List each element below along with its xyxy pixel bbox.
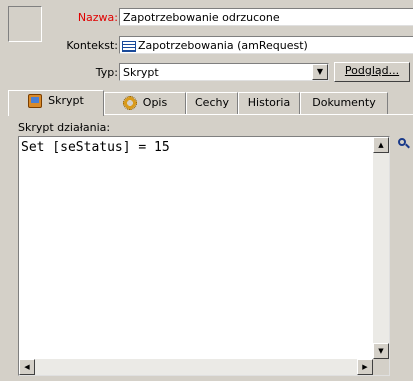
arrow-up-icon: ▲ [378,141,384,149]
tab-cechy[interactable]: Cechy [186,92,238,114]
scrollbar-corner [373,359,389,375]
tab-opis[interactable]: Opis [104,92,186,114]
type-dropdown-button[interactable]: ▼ [312,64,328,80]
tab-historia[interactable]: Historia [238,92,300,114]
script-label: Skrypt działania: [18,121,111,134]
tab-cechy-label: Cechy [195,96,229,109]
arrow-left-icon: ◀ [24,363,30,371]
tab-historia-label: Historia [247,96,291,109]
search-icon[interactable] [396,136,412,152]
tab-opis-label: Opis [142,96,168,109]
preview-button[interactable]: Podgląd... [334,62,410,82]
context-value: Zapotrzebowania (amRequest) [138,39,308,52]
script-icon [28,94,43,108]
type-value: Skrypt [123,66,159,79]
type-label: Typ: [95,66,118,79]
horizontal-scrollbar[interactable]: ◀ ▶ [19,359,373,375]
tab-skrypt[interactable]: Skrypt [8,90,104,116]
scroll-up-button[interactable]: ▲ [373,137,389,153]
tab-skrypt-label: Skrypt [48,94,84,107]
gears-icon [122,96,137,110]
script-code[interactable]: Set [seStatus] = 15 [21,140,170,155]
vertical-scrollbar[interactable]: ▲ ▼ [373,137,389,359]
type-select[interactable]: Skrypt [119,63,329,81]
scroll-left-button[interactable]: ◀ [19,359,35,375]
arrow-right-icon: ▶ [362,363,368,371]
scroll-down-button[interactable]: ▼ [373,343,389,359]
tab-dokumenty-label: Dokumenty [312,96,376,109]
name-field[interactable]: Zapotrzebowanie odrzucone [119,8,413,26]
chevron-down-icon: ▼ [316,67,324,76]
table-icon [122,40,136,52]
name-label: Nazwa: [77,11,118,24]
context-field[interactable]: Zapotrzebowania (amRequest) [119,36,413,54]
arrow-down-icon: ▼ [378,347,384,355]
scroll-right-button[interactable]: ▶ [357,359,373,375]
context-label: Kontekst: [66,39,118,52]
script-editor[interactable]: Set [seStatus] = 15 ▲ ▼ ◀ ▶ [18,136,390,376]
tab-dokumenty[interactable]: Dokumenty [300,92,388,114]
preview-button-label: Podgląd... [344,64,400,77]
